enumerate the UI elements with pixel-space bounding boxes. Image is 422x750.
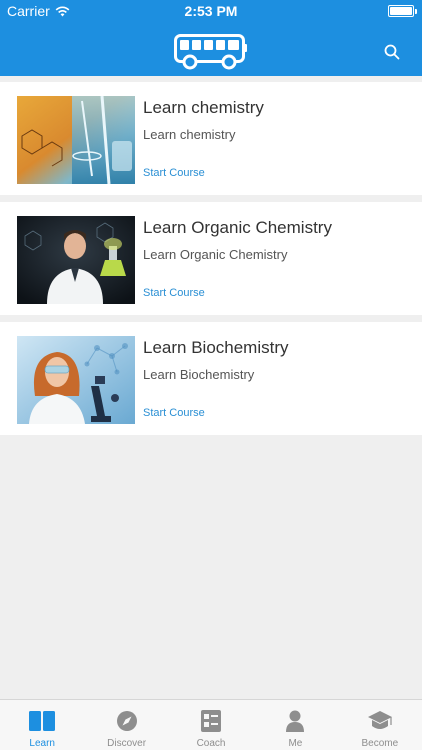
course-subtitle: Learn Organic Chemistry (143, 247, 288, 262)
scientist-microscope-image (17, 336, 135, 424)
bus-icon (174, 34, 248, 70)
course-card[interactable]: Learn Biochemistry Learn Biochemistry St… (0, 322, 422, 435)
graduation-cap-icon (367, 709, 393, 733)
checklist-icon (198, 709, 224, 733)
tab-learn[interactable]: Learn (0, 700, 84, 750)
start-course-link[interactable]: Start Course (143, 407, 205, 419)
course-title: Learn Organic Chemistry (143, 218, 332, 237)
course-card[interactable]: Learn Organic Chemistry Learn Organic Ch… (0, 202, 422, 315)
tab-label: Learn (29, 738, 55, 749)
clock: 2:53 PM (184, 3, 238, 19)
course-title: Learn chemistry (143, 98, 264, 117)
tab-coach[interactable]: Coach (169, 700, 253, 750)
search-button[interactable] (380, 40, 404, 64)
course-title: Learn Biochemistry (143, 338, 289, 357)
tab-discover[interactable]: Discover (84, 700, 168, 750)
tab-label: Discover (107, 738, 147, 749)
status-bar: Carrier 2:53 PM (0, 0, 422, 22)
course-subtitle: Learn Biochemistry (143, 367, 255, 382)
app-header: Carrier 2:53 PM (0, 0, 422, 76)
tab-become[interactable]: Become (338, 700, 422, 750)
course-list: Learn chemistry Learn chemistry Start Co… (0, 82, 422, 442)
tab-me[interactable]: Me (253, 700, 337, 750)
course-card[interactable]: Learn chemistry Learn chemistry Start Co… (0, 82, 422, 195)
start-course-link[interactable]: Start Course (143, 167, 205, 179)
book-icon (29, 709, 56, 733)
scientist-flask-image (17, 216, 135, 304)
tab-label: Become (361, 738, 399, 749)
battery-icon (388, 5, 417, 17)
tab-label: Coach (196, 738, 226, 749)
tab-bar: Learn Discover Coach Me Become (0, 699, 422, 750)
start-course-link[interactable]: Start Course (143, 287, 205, 299)
compass-icon (114, 709, 140, 733)
person-icon (282, 709, 308, 733)
tab-label: Me (288, 738, 303, 749)
search-icon (384, 44, 400, 60)
chemistry-lab-image (17, 96, 135, 184)
course-subtitle: Learn chemistry (143, 127, 236, 142)
